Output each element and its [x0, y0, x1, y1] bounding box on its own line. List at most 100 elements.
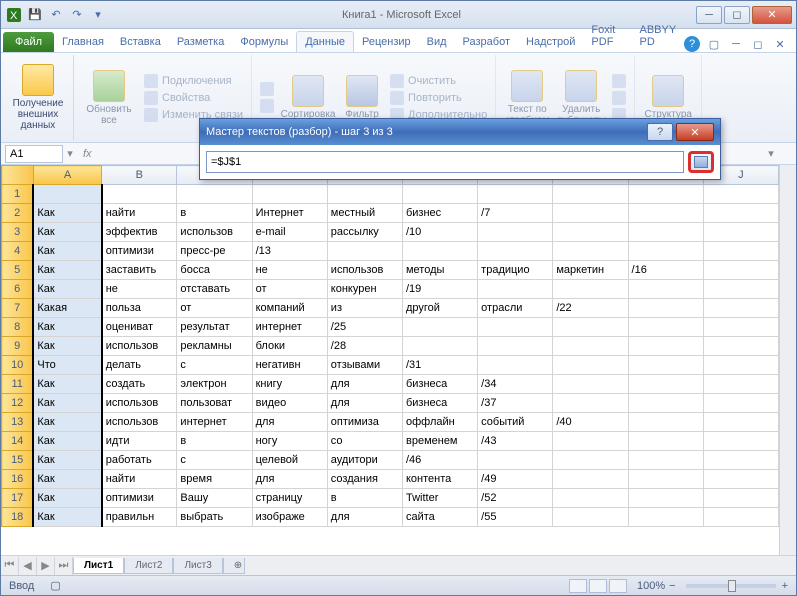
cell-D9[interactable]: блоки	[252, 337, 327, 356]
cell-D12[interactable]: видео	[252, 394, 327, 413]
minimize-button[interactable]: ─	[696, 6, 722, 24]
name-box[interactable]: A1	[5, 145, 63, 163]
cell-I9[interactable]	[628, 337, 703, 356]
cell-I14[interactable]	[628, 432, 703, 451]
sort-desc-button[interactable]	[258, 98, 276, 114]
cell-F18[interactable]: сайта	[402, 508, 477, 527]
cell-F12[interactable]: бизнеса	[402, 394, 477, 413]
cell-G6[interactable]	[478, 280, 553, 299]
cell-C14[interactable]: в	[177, 432, 252, 451]
external-data-button[interactable]: Получение внешних данных	[9, 60, 67, 135]
cell-B9[interactable]: использов	[102, 337, 177, 356]
cell-C3[interactable]: использов	[177, 223, 252, 242]
doc-min-icon[interactable]: ─	[728, 36, 744, 52]
cell-B12[interactable]: использов	[102, 394, 177, 413]
cell-E15[interactable]: аудитори	[327, 451, 402, 470]
row-header-9[interactable]: 9	[2, 337, 34, 356]
cell-J8[interactable]	[703, 318, 778, 337]
cell-A2[interactable]: Как	[33, 204, 101, 223]
row-header-13[interactable]: 13	[2, 413, 34, 432]
cell-I12[interactable]	[628, 394, 703, 413]
cell-B4[interactable]: оптимизи	[102, 242, 177, 261]
cell-E4[interactable]	[327, 242, 402, 261]
cell-D7[interactable]: компаний	[252, 299, 327, 318]
tab-abbyy[interactable]: ABBYY PD	[632, 20, 685, 52]
cell-A11[interactable]: Как	[33, 375, 101, 394]
cell-E8[interactable]: /25	[327, 318, 402, 337]
cell-H3[interactable]	[553, 223, 628, 242]
zoom-thumb[interactable]	[728, 580, 736, 592]
column-header-B[interactable]: B	[102, 166, 177, 185]
cell-A13[interactable]: Как	[33, 413, 101, 432]
cell-G3[interactable]	[478, 223, 553, 242]
cell-B13[interactable]: использов	[102, 413, 177, 432]
cell-E2[interactable]: местный	[327, 204, 402, 223]
cell-I1[interactable]	[628, 185, 703, 204]
cell-G7[interactable]: отрасли	[478, 299, 553, 318]
cell-B15[interactable]: работать	[102, 451, 177, 470]
cell-C17[interactable]: Вашу	[177, 489, 252, 508]
cell-D14[interactable]: ногу	[252, 432, 327, 451]
save-icon[interactable]: 💾	[26, 6, 44, 24]
cell-J12[interactable]	[703, 394, 778, 413]
cell-F11[interactable]: бизнеса	[402, 375, 477, 394]
cell-B2[interactable]: найти	[102, 204, 177, 223]
cell-D11[interactable]: книгу	[252, 375, 327, 394]
cell-I15[interactable]	[628, 451, 703, 470]
cell-B14[interactable]: идти	[102, 432, 177, 451]
cell-B7[interactable]: польза	[102, 299, 177, 318]
doc-close-icon[interactable]: ✕	[772, 36, 788, 52]
cell-A1[interactable]	[33, 185, 101, 204]
cell-E9[interactable]: /28	[327, 337, 402, 356]
cell-B18[interactable]: правильн	[102, 508, 177, 527]
cell-G11[interactable]: /34	[478, 375, 553, 394]
cell-G16[interactable]: /49	[478, 470, 553, 489]
fx-icon[interactable]: fx	[77, 148, 98, 160]
tab-home[interactable]: Главная	[54, 32, 112, 52]
cell-J11[interactable]	[703, 375, 778, 394]
cell-F7[interactable]: другой	[402, 299, 477, 318]
cell-E6[interactable]: конкурен	[327, 280, 402, 299]
cell-D2[interactable]: Интернет	[252, 204, 327, 223]
dialog-range-input[interactable]	[206, 151, 684, 173]
reapply-button[interactable]: Повторить	[388, 90, 489, 106]
column-header-A[interactable]: A	[33, 166, 101, 185]
zoom-out-button[interactable]: −	[669, 580, 675, 592]
sort-button[interactable]: Сортировка	[280, 71, 336, 124]
cell-A8[interactable]: Как	[33, 318, 101, 337]
tab-file[interactable]: Файл	[3, 32, 54, 52]
vertical-scrollbar[interactable]	[779, 165, 796, 555]
row-header-7[interactable]: 7	[2, 299, 34, 318]
zoom-slider[interactable]	[686, 584, 776, 588]
sheet-tab-2[interactable]: Лист2	[124, 558, 173, 574]
cell-H7[interactable]: /22	[553, 299, 628, 318]
cell-G8[interactable]	[478, 318, 553, 337]
sheet-prev-icon[interactable]: ◀	[19, 557, 37, 575]
cell-A18[interactable]: Как	[33, 508, 101, 527]
cell-J5[interactable]	[703, 261, 778, 280]
cell-D4[interactable]: /13	[252, 242, 327, 261]
cell-J2[interactable]	[703, 204, 778, 223]
cell-B6[interactable]: не	[102, 280, 177, 299]
cell-B16[interactable]: найти	[102, 470, 177, 489]
cell-H1[interactable]	[553, 185, 628, 204]
cell-J9[interactable]	[703, 337, 778, 356]
sheet-next-icon[interactable]: ▶	[37, 557, 55, 575]
sheet-last-icon[interactable]: ⏭	[55, 557, 73, 575]
cell-A9[interactable]: Как	[33, 337, 101, 356]
row-header-16[interactable]: 16	[2, 470, 34, 489]
cell-J4[interactable]	[703, 242, 778, 261]
cell-I7[interactable]	[628, 299, 703, 318]
cell-B5[interactable]: заставить	[102, 261, 177, 280]
row-header-10[interactable]: 10	[2, 356, 34, 375]
sheet-tab-1[interactable]: Лист1	[73, 558, 124, 574]
dialog-help-button[interactable]: ?	[647, 123, 673, 141]
cell-B17[interactable]: оптимизи	[102, 489, 177, 508]
cell-F1[interactable]	[402, 185, 477, 204]
row-header-12[interactable]: 12	[2, 394, 34, 413]
cell-C4[interactable]: пресс-ре	[177, 242, 252, 261]
cell-G14[interactable]: /43	[478, 432, 553, 451]
row-header-8[interactable]: 8	[2, 318, 34, 337]
tab-data[interactable]: Данные	[296, 31, 354, 52]
macro-record-icon[interactable]: ▢	[50, 579, 60, 592]
